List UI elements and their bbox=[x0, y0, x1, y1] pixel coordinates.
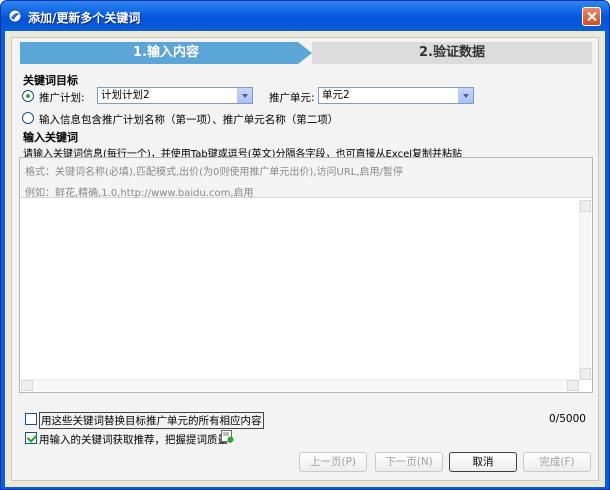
format-hint: 格式：关键词名称(必填),匹配模式,出价(为0则使用推广单元出价),访问URL,… bbox=[25, 167, 403, 178]
next-button[interactable]: 下一页(N) bbox=[375, 452, 443, 472]
scroll-down-icon[interactable] bbox=[580, 368, 591, 380]
replace-checkbox[interactable] bbox=[25, 413, 37, 425]
replace-label: 用这些关键词替换目标推广单元的所有相应内容 bbox=[39, 412, 264, 429]
title-bar[interactable]: 添加/更新多个关键词 bbox=[1, 1, 609, 31]
radio-info-included[interactable] bbox=[22, 112, 34, 124]
step-input-content: 1.输入内容 bbox=[20, 42, 312, 64]
finish-button[interactable]: 完成(F) bbox=[523, 452, 591, 472]
plan-select[interactable]: 计划计划2 bbox=[97, 87, 253, 104]
radio-plan[interactable] bbox=[22, 90, 34, 102]
unit-label: 推广单元: bbox=[269, 92, 315, 104]
keyword-counter: 0/5000 bbox=[549, 413, 586, 425]
dialog-window: 添加/更新多个关键词 1.输入内容 2.验证数据 关键词目标 推广计划: 计划计… bbox=[0, 0, 610, 490]
step-indicator: 1.输入内容 2.验证数据 bbox=[20, 42, 592, 64]
chevron-down-icon[interactable] bbox=[458, 88, 473, 103]
close-icon[interactable] bbox=[582, 7, 601, 26]
dialog-body: 1.输入内容 2.验证数据 关键词目标 推广计划: 计划计划2 推广单元: 单元… bbox=[5, 31, 605, 487]
vertical-scrollbar[interactable] bbox=[579, 200, 591, 380]
chevron-down-icon[interactable] bbox=[237, 88, 252, 103]
plan-select-value: 计划计划2 bbox=[101, 89, 150, 101]
radio-plan-label: 推广计划: bbox=[39, 92, 85, 104]
horizontal-scrollbar[interactable] bbox=[21, 379, 579, 391]
prev-button[interactable]: 上一页(P) bbox=[299, 452, 367, 472]
keywords-heading: 输入关键词 bbox=[23, 131, 78, 144]
app-logo-icon bbox=[8, 9, 22, 23]
scroll-right-icon[interactable] bbox=[567, 380, 579, 391]
keywords-textarea[interactable]: 格式：关键词名称(必填),匹配模式,出价(为0则使用推广单元出价),访问URL,… bbox=[19, 157, 593, 393]
unit-select-value: 单元2 bbox=[322, 89, 350, 101]
scroll-left-icon[interactable] bbox=[21, 380, 33, 391]
example-hint: 例如：鲜花,精确,1.0,http://www.baidu.com,启用 bbox=[25, 188, 254, 199]
step-verify-data: 2.验证数据 bbox=[312, 42, 592, 64]
cancel-button[interactable]: 取消 bbox=[449, 452, 517, 472]
format-hint-box: 格式：关键词名称(必填),匹配模式,出价(为0则使用推广单元出价),访问URL,… bbox=[20, 158, 592, 199]
target-heading: 关键词目标 bbox=[23, 74, 78, 87]
recommend-icon[interactable] bbox=[221, 430, 234, 443]
recommend-label: 用输入的关键词获取推荐，把握提词质量! bbox=[39, 434, 233, 446]
radio-info-label: 输入信息包含推广计划名称（第一项）、推广单元名称（第二项） bbox=[39, 114, 339, 126]
recommend-checkbox[interactable] bbox=[25, 432, 37, 444]
scroll-up-icon[interactable] bbox=[580, 200, 591, 212]
unit-select[interactable]: 单元2 bbox=[318, 87, 474, 104]
window-title: 添加/更新多个关键词 bbox=[28, 11, 141, 25]
